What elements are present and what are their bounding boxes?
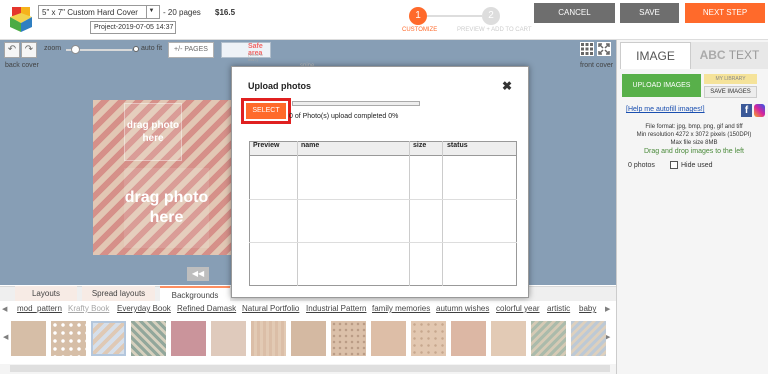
hide-used-checkbox[interactable] [670, 161, 678, 169]
step-1-indicator: 1 [409, 7, 427, 25]
column-divider [409, 141, 410, 286]
text-tab-abc: ABC [699, 48, 726, 62]
column-header-status: status [447, 142, 468, 149]
upload-file-table [249, 141, 517, 286]
hide-used-option[interactable]: Hide used [670, 161, 713, 169]
select-files-button[interactable]: SELECT [241, 98, 291, 124]
facebook-icon[interactable]: f [741, 104, 752, 117]
upload-status-text: 0 of Photo(s) upload completed 0% [289, 113, 399, 120]
table-row-divider [249, 242, 517, 243]
hide-used-label: Hide used [681, 161, 713, 169]
column-header-name: name [301, 142, 320, 149]
tab-text[interactable]: ABC TEXT [691, 42, 768, 69]
table-row-divider [249, 199, 517, 200]
price: $16.5 [215, 8, 236, 17]
table-header-row [250, 142, 516, 156]
step-2-indicator: 2 [482, 7, 500, 25]
step-2-label: PREVIEW + ADD TO CART [457, 27, 532, 33]
column-header-preview: Preview [253, 142, 280, 149]
column-divider [442, 141, 443, 286]
file-format-line: File format: jpg, bmp, png, gif and tiff [645, 124, 743, 130]
next-step-button[interactable]: NEXT STEP [685, 3, 765, 23]
close-icon[interactable]: ✖ [502, 79, 512, 93]
chevron-down-icon: ▼ [146, 6, 156, 18]
column-divider [297, 141, 298, 286]
upload-images-button[interactable]: UPLOAD IMAGES [622, 74, 701, 97]
file-format-info: File format: jpg, bmp, png, gif and tiff… [622, 123, 766, 147]
resolution-line: Min resolution 4272 x 3072 pixels (150DP… [636, 132, 752, 138]
step-connector [427, 15, 482, 17]
select-button-label: SELECT [246, 103, 286, 119]
drag-drop-hint: Drag and drop images to the left [643, 148, 744, 155]
max-size-line: Max file size 8MB [670, 140, 718, 146]
step-1-label: CUSTOMIZE [402, 27, 438, 33]
column-header-size: size [413, 142, 427, 149]
studio-logo [4, 3, 38, 37]
project-name-field[interactable]: Project-2019-07-05 14:37 [90, 21, 176, 34]
product-size-select[interactable]: 5" x 7" Custom Hard Cover ▼ [38, 5, 160, 19]
text-tab-label: TEXT [728, 48, 760, 62]
instagram-icon[interactable] [754, 104, 765, 117]
photo-count: 0 photos [628, 162, 655, 169]
cancel-button[interactable]: CANCEL [534, 3, 615, 23]
autofill-help-link[interactable]: [Help me autofill images!] [626, 106, 705, 113]
page-count: - 20 pages [163, 8, 201, 17]
dialog-title: Upload photos [248, 81, 311, 91]
my-library-button[interactable]: MY LIBRARY [704, 74, 757, 84]
tab-image[interactable]: IMAGE [620, 42, 691, 69]
save-button[interactable]: SAVE [620, 3, 679, 23]
product-size-value: 5" x 7" Custom Hard Cover [42, 7, 138, 17]
save-images-button[interactable]: SAVE IMAGES [704, 86, 757, 98]
upload-progress-bar [292, 101, 420, 106]
